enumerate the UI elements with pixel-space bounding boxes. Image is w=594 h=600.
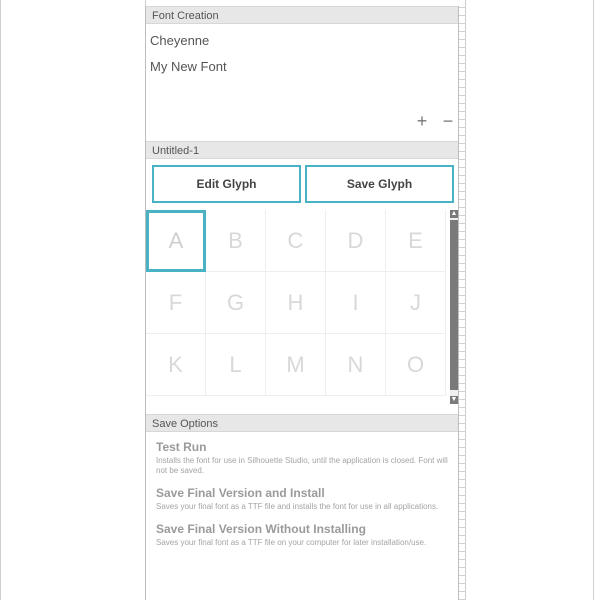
remove-font-button[interactable]: − [440, 112, 456, 130]
glyph-cell[interactable]: E [386, 210, 446, 272]
glyph-editor-header: Untitled-1 [146, 141, 458, 159]
save-glyph-button[interactable]: Save Glyph [305, 165, 454, 203]
glyph-cell[interactable]: B [206, 210, 266, 272]
save-option-description: Installs the font for use in Silhouette … [156, 456, 448, 475]
glyph-scrollbar[interactable]: ▲ ▼ [450, 210, 458, 404]
glyph-cell[interactable]: N [326, 334, 386, 396]
save-options-list: Test Run Installs the font for use in Si… [146, 434, 458, 552]
glyph-cell[interactable]: K [146, 334, 206, 396]
font-creation-panel: Font Creation Cheyenne My New Font + − U… [145, 6, 459, 600]
save-option-title: Save Final Version Without Installing [156, 522, 366, 536]
save-option-final-install[interactable]: Save Final Version and Install Saves you… [146, 480, 458, 516]
font-list-controls: + − [414, 112, 456, 130]
glyph-cell[interactable]: L [206, 334, 266, 396]
glyph-cell[interactable]: A [146, 210, 206, 272]
glyph-cell[interactable]: C [266, 210, 326, 272]
glyph-cell[interactable]: D [326, 210, 386, 272]
glyph-cell[interactable]: M [266, 334, 326, 396]
glyph-cell[interactable]: H [266, 272, 326, 334]
font-list-item[interactable]: My New Font [146, 54, 458, 80]
save-option-test-run[interactable]: Test Run Installs the font for use in Si… [146, 434, 458, 480]
font-creation-header: Font Creation [146, 6, 458, 24]
glyph-cell[interactable]: O [386, 334, 446, 396]
save-options-header: Save Options [146, 414, 458, 432]
glyph-grid: ABCDE FGHIJ KLMNO [146, 210, 448, 396]
glyph-cell[interactable]: F [146, 272, 206, 334]
glyph-action-buttons: Edit Glyph Save Glyph [152, 165, 454, 203]
glyph-grid-viewport: ABCDE FGHIJ KLMNO [146, 210, 448, 404]
save-option-title: Test Run [156, 440, 207, 454]
scroll-thumb[interactable] [450, 220, 458, 390]
add-font-button[interactable]: + [414, 112, 430, 130]
scroll-down-arrow[interactable]: ▼ [450, 396, 458, 404]
font-list: Cheyenne My New Font [146, 28, 458, 80]
glyph-cell[interactable]: G [206, 272, 266, 334]
font-list-item[interactable]: Cheyenne [146, 28, 458, 54]
save-option-final-no-install[interactable]: Save Final Version Without Installing Sa… [146, 516, 458, 552]
edit-glyph-button[interactable]: Edit Glyph [152, 165, 301, 203]
save-option-description: Saves your final font as a TTF file and … [156, 502, 439, 511]
glyph-cell[interactable]: I [326, 272, 386, 334]
save-option-description: Saves your final font as a TTF file on y… [156, 538, 427, 547]
glyph-cell[interactable]: J [386, 272, 446, 334]
right-divider [465, 0, 466, 600]
save-option-title: Save Final Version and Install [156, 486, 325, 500]
scroll-up-arrow[interactable]: ▲ [450, 210, 458, 218]
